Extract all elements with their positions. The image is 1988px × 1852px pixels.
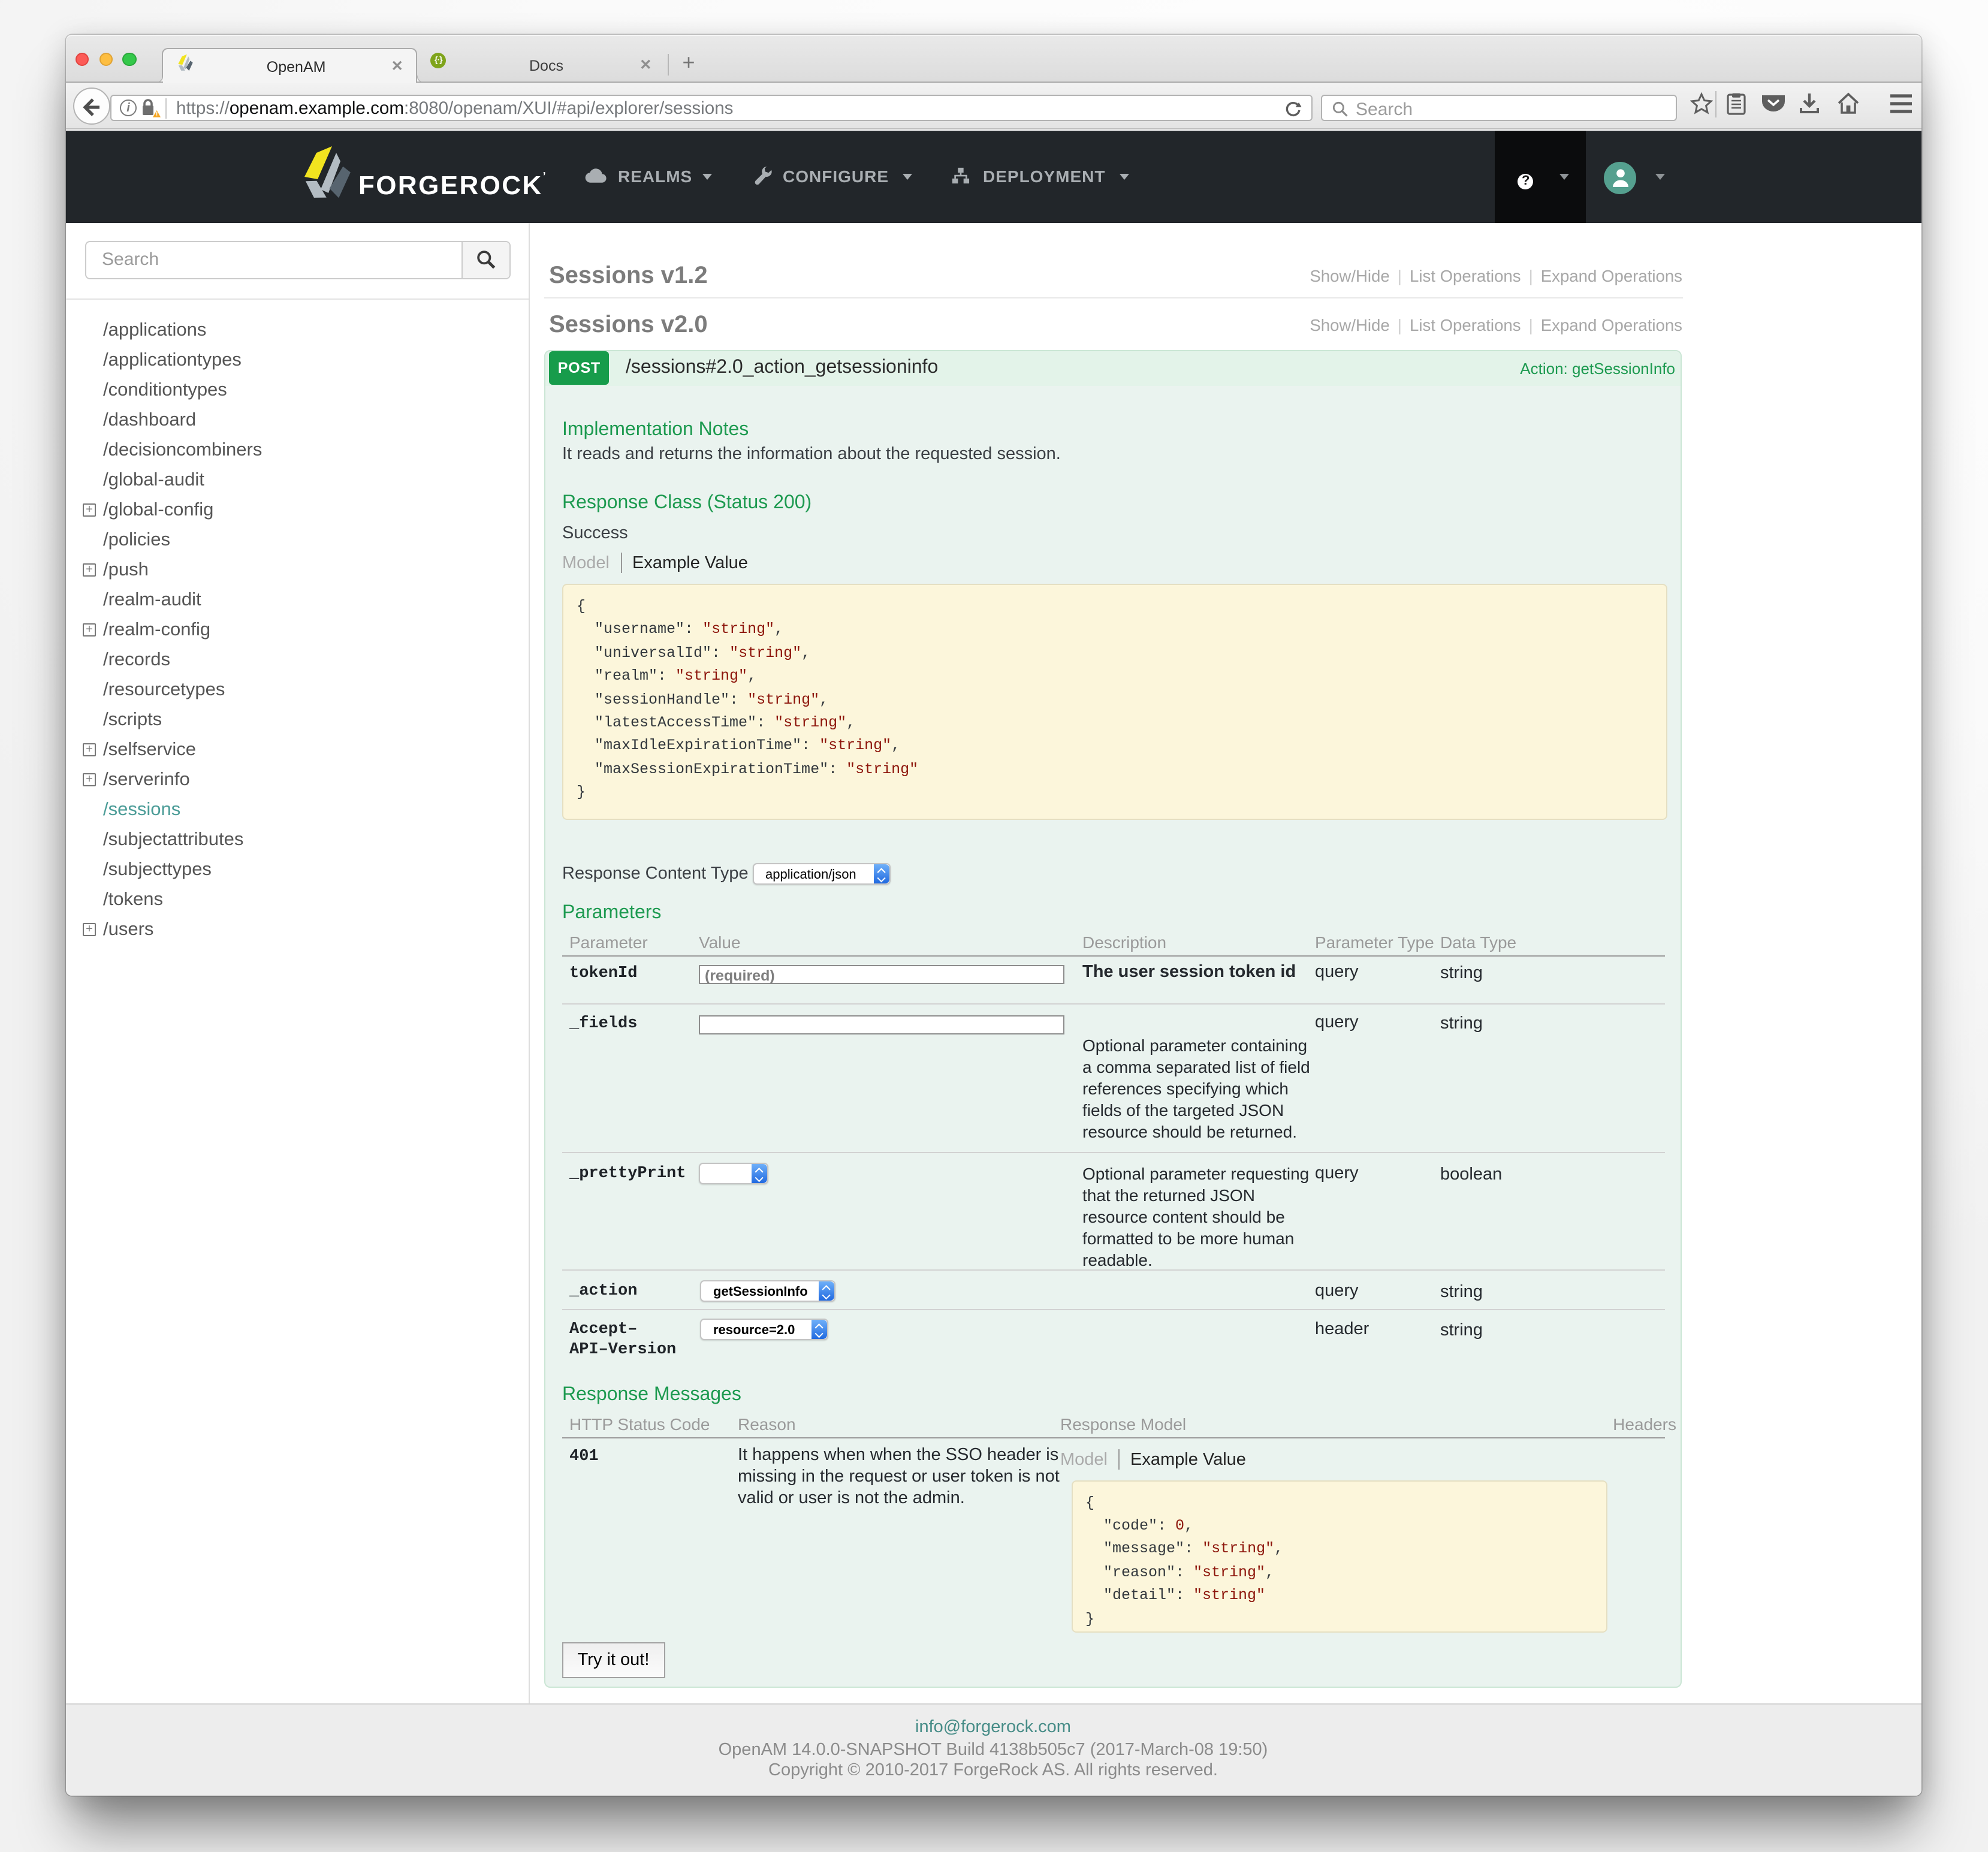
svg-text:!: ! (156, 111, 158, 117)
